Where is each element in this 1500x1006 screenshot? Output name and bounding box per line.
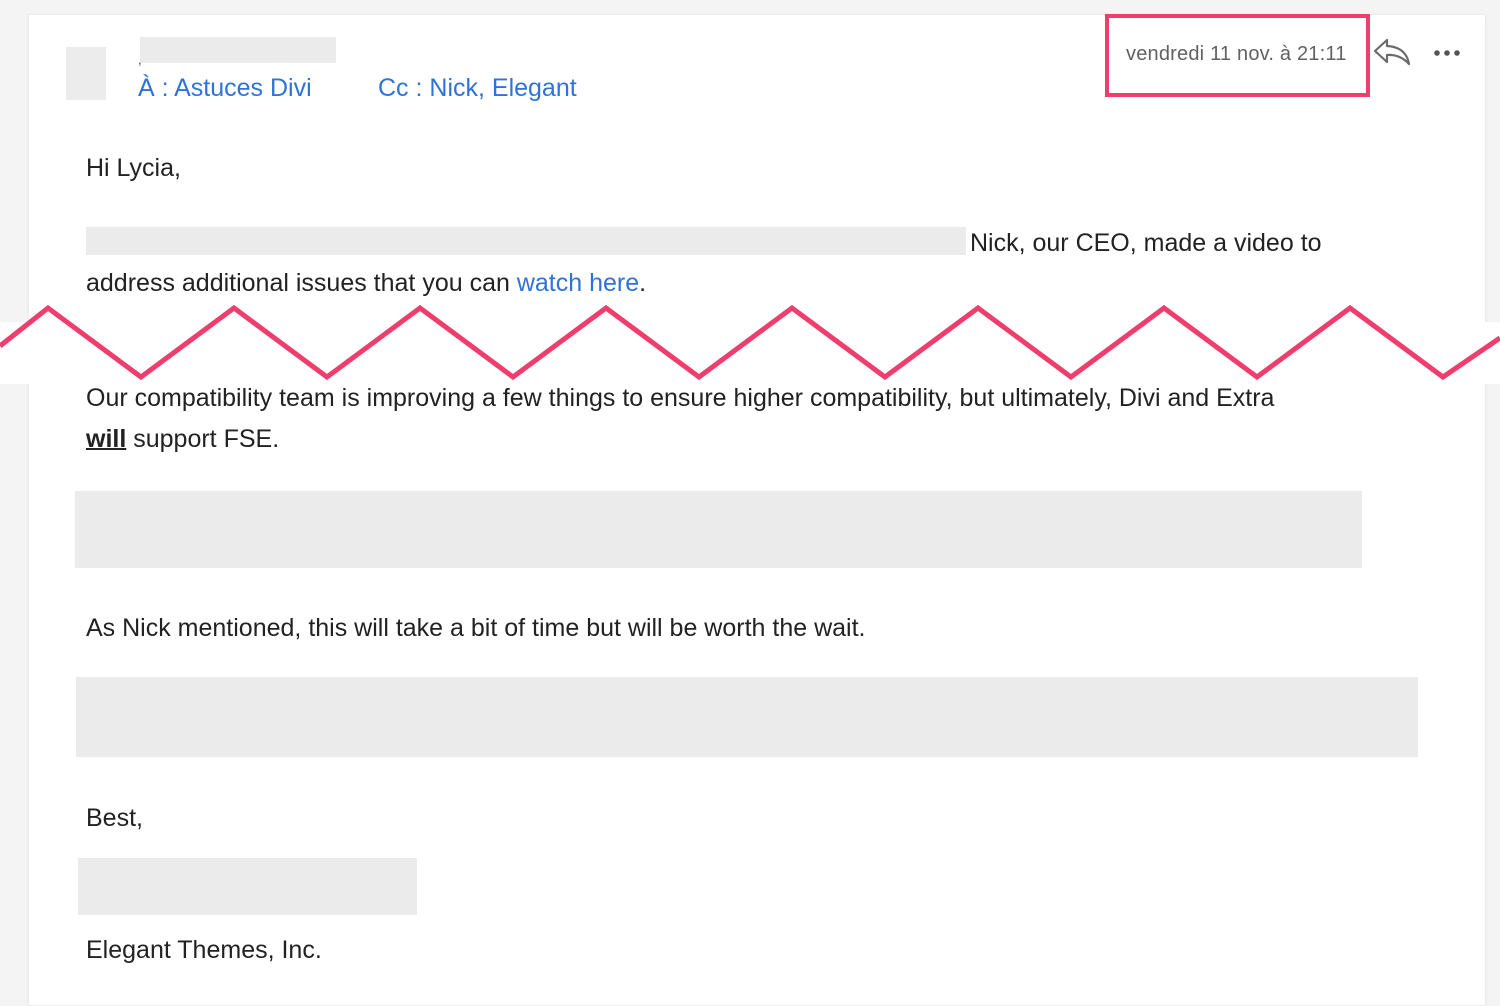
watch-here-link[interactable]: watch here bbox=[517, 269, 639, 297]
message-date: vendredi 11 nov. à 21:11 bbox=[1126, 43, 1347, 65]
redacted-text-line bbox=[86, 227, 966, 255]
greeting-text: Hi Lycia, bbox=[86, 154, 181, 182]
paragraph-3: As Nick mentioned, this will take a bit … bbox=[86, 614, 866, 642]
will-emphasis: will bbox=[86, 425, 127, 453]
sender-avatar[interactable] bbox=[66, 47, 106, 100]
signoff-text: Best, bbox=[86, 804, 143, 832]
paragraph-1-prefix: address additional issues that you can bbox=[86, 269, 517, 297]
redacted-block bbox=[75, 491, 1362, 568]
paragraph-1-suffix: . bbox=[639, 269, 647, 297]
paragraph-1-line-1: Nick, our CEO, made a video to bbox=[970, 229, 1322, 257]
sender-name-fragment: , bbox=[138, 52, 142, 67]
paragraph-2-line-1: Our compatibility team is improving a fe… bbox=[86, 384, 1275, 412]
paragraph-2-suffix: support FSE. bbox=[126, 425, 280, 453]
to-recipients[interactable]: À : Astuces Divi bbox=[138, 74, 312, 103]
cc-recipients[interactable]: Cc : Nick, Elegant bbox=[378, 74, 577, 103]
redacted-block bbox=[76, 677, 1418, 757]
more-options-icon[interactable] bbox=[1430, 38, 1464, 68]
company-name: Elegant Themes, Inc. bbox=[86, 936, 322, 964]
paragraph-2-line-2: will support FSE. bbox=[86, 423, 279, 455]
sender-name-redacted bbox=[140, 37, 336, 63]
zigzag-break bbox=[0, 304, 1500, 381]
signature-redacted bbox=[78, 858, 417, 915]
paragraph-1-line-2: address additional issues that you can w… bbox=[86, 267, 646, 299]
reply-icon[interactable] bbox=[1372, 36, 1412, 68]
